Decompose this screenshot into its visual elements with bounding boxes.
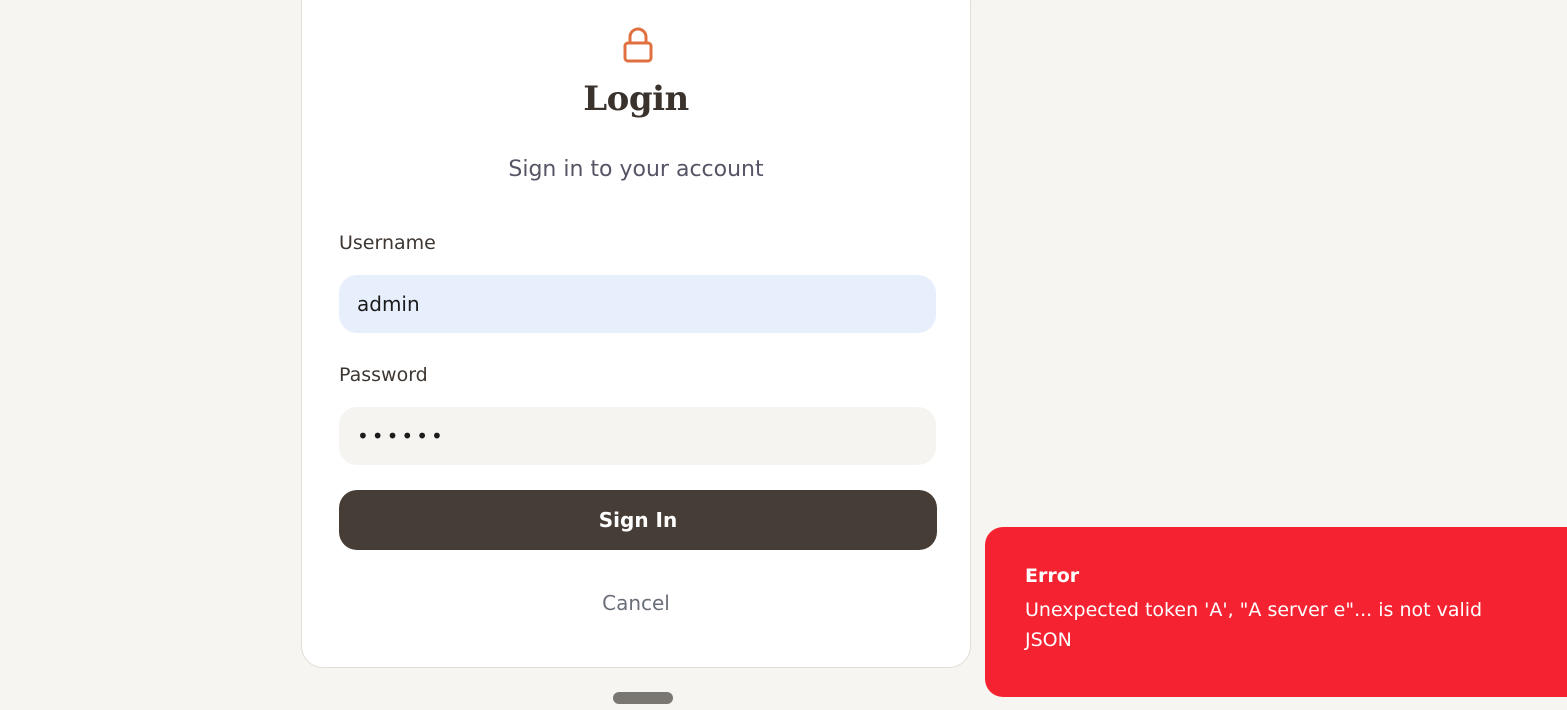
page-title: Login: [583, 79, 689, 119]
sign-in-button[interactable]: Sign In: [339, 490, 937, 550]
error-toast: Error Unexpected token 'A', "A server e"…: [985, 527, 1567, 697]
lock-icon: [623, 27, 653, 63]
username-label: Username: [339, 232, 436, 254]
page-subtitle: Sign in to your account: [508, 157, 764, 182]
password-input[interactable]: [339, 407, 936, 465]
password-label: Password: [339, 364, 428, 386]
drag-handle[interactable]: [613, 692, 673, 704]
login-page: Login Sign in to your account Username P…: [0, 0, 1567, 710]
username-input[interactable]: [339, 275, 936, 333]
toast-message: Unexpected token 'A', "A server e"... is…: [1025, 599, 1483, 651]
login-card: Login Sign in to your account Username P…: [301, 0, 971, 668]
cancel-link[interactable]: Cancel: [302, 591, 970, 615]
toast-title: Error: [1025, 565, 1080, 587]
